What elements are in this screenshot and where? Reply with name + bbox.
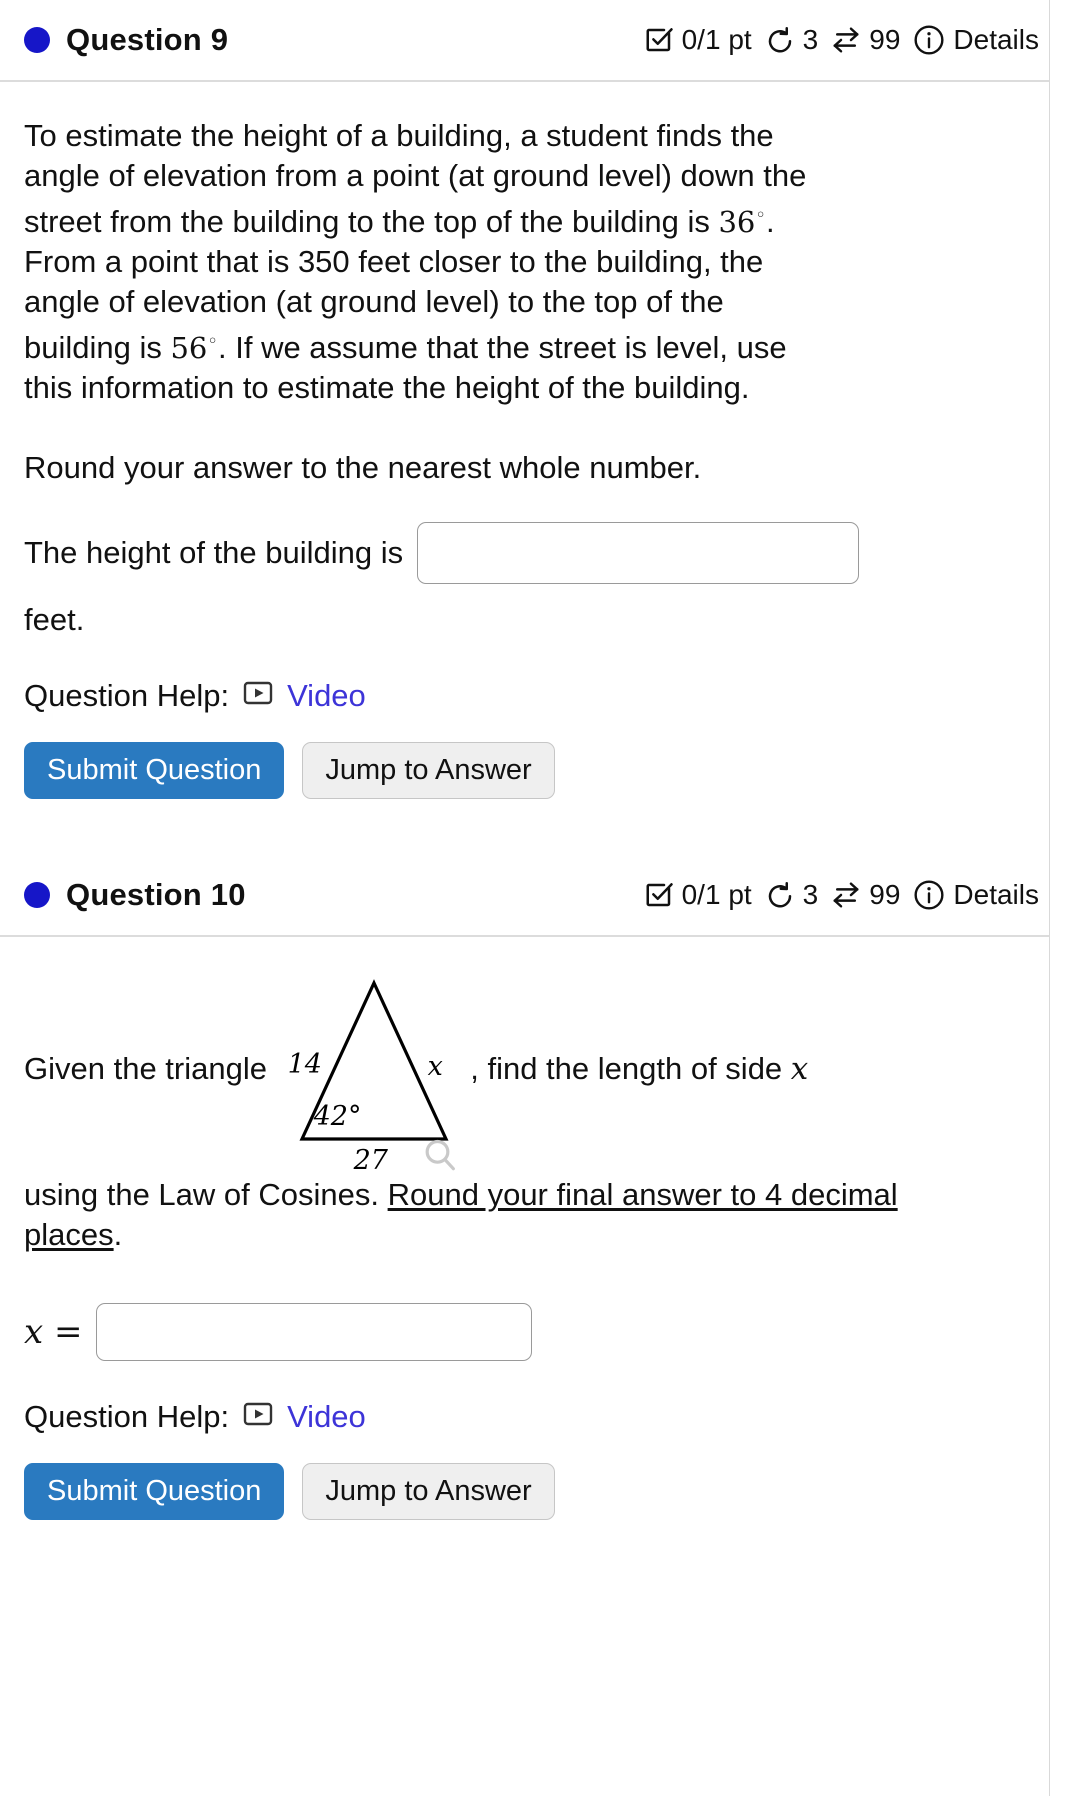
- statement-line-6: building is: [24, 330, 171, 366]
- status-bullet-icon: [24, 27, 50, 53]
- triangle-figure: 14 x 42° 27: [276, 971, 462, 1176]
- answer-prefix-label: The height of the building is: [24, 535, 404, 571]
- question-9-answer-row: The height of the building is: [24, 522, 1025, 585]
- x-equals-label: x =: [24, 1312, 83, 1353]
- points-value: 0/1 pt: [681, 879, 752, 911]
- question-10-button-row: Submit Question Jump to Answer: [24, 1463, 1025, 1530]
- versions-group: 99: [831, 24, 900, 56]
- question-10-body: Given the triangle 14 x 42° 27 , find th…: [0, 937, 1049, 1530]
- question-help-label: Question Help:: [24, 678, 230, 714]
- versions-group: 99: [831, 879, 900, 911]
- video-play-icon[interactable]: [243, 676, 273, 716]
- page-root: Question 9 0/1 pt 3 99 Details To estima…: [0, 0, 1089, 1796]
- rounding-period: .: [113, 1217, 123, 1253]
- video-play-icon[interactable]: [243, 1397, 273, 1437]
- triangle-side-bottom-label: 27: [353, 1145, 388, 1177]
- points-group: 0/1 pt: [644, 24, 752, 56]
- question-10-prompt-line2: using the Law of Cosines. Round your fin…: [24, 1175, 904, 1255]
- statement-line-5: angle of elevation (at ground level) to …: [24, 284, 724, 320]
- info-circle-icon: [913, 24, 945, 56]
- angle-value-1: 36◦: [718, 205, 766, 240]
- law-of-cosines-text: using the Law of Cosines.: [24, 1177, 388, 1213]
- versions-value: 99: [869, 24, 901, 55]
- question-10-title: Question 10: [66, 877, 246, 913]
- attempts-group: 3: [765, 879, 819, 911]
- question-10-answer-row: x =: [24, 1303, 1025, 1362]
- question-9-header: Question 9 0/1 pt 3 99 Details: [0, 0, 1049, 82]
- statement-line-1: To estimate the height of a building, a …: [24, 118, 774, 153]
- prompt-middle-text: , find the length of side: [470, 1051, 783, 1087]
- question-10-title-group: Question 10: [24, 877, 246, 913]
- question-10-help-row: Question Help: Video: [24, 1397, 1025, 1437]
- undo-arrow-icon: [765, 880, 795, 910]
- prompt-before-text: Given the triangle: [24, 1051, 267, 1087]
- versions-value: 99: [869, 879, 901, 911]
- video-help-link[interactable]: Video: [287, 1397, 366, 1437]
- question-9-body: To estimate the height of a building, a …: [0, 82, 1049, 809]
- angle-value-2: 56◦: [170, 331, 218, 366]
- undo-arrow-icon: [765, 25, 795, 55]
- question-9-button-row: Submit Question Jump to Answer: [24, 742, 1025, 809]
- x-answer-input[interactable]: [96, 1303, 533, 1362]
- question-block-10: Question 10 0/1 pt 3 99 Details Given th…: [0, 855, 1049, 1530]
- statement-line-2: angle of elevation from a point (at grou…: [24, 158, 807, 193]
- details-label: Details: [953, 879, 1039, 911]
- answer-suffix-label: feet.: [24, 602, 85, 638]
- question-10-prompt: Given the triangle 14 x 42° 27 , find th…: [24, 971, 1025, 1176]
- question-9-title: Question 9: [66, 22, 229, 57]
- triangle-side-right-label: x: [427, 1051, 443, 1083]
- question-9-title-group: Question 9: [24, 22, 228, 58]
- triangle-side-left-label: 14: [287, 1049, 322, 1081]
- submit-question-button[interactable]: Submit Question: [24, 742, 285, 800]
- question-10-header: Question 10 0/1 pt 3 99 Details: [0, 855, 1049, 938]
- jump-to-answer-button[interactable]: Jump to Answer: [302, 742, 555, 800]
- height-answer-input[interactable]: [417, 522, 860, 585]
- statement-line-6-tail: . If we assume that the street is level,…: [218, 330, 787, 366]
- triangle-angle-label: 42°: [313, 1101, 362, 1133]
- details-link[interactable]: Details: [913, 24, 1039, 56]
- submit-question-button[interactable]: Submit Question: [24, 1463, 285, 1521]
- assignment-document: Question 9 0/1 pt 3 99 Details To estima…: [0, 0, 1050, 1796]
- jump-to-answer-button[interactable]: Jump to Answer: [302, 1463, 555, 1521]
- checkbox-check-icon: [644, 25, 674, 55]
- details-link[interactable]: Details: [913, 879, 1039, 911]
- question-block-9: Question 9 0/1 pt 3 99 Details To estima…: [0, 0, 1049, 809]
- checkbox-check-icon: [644, 880, 674, 910]
- status-bullet-icon: [24, 882, 50, 909]
- statement-line-3: street from the building to the top of t…: [24, 204, 719, 240]
- attempts-group: 3: [765, 24, 819, 56]
- prompt-variable: x: [790, 1051, 809, 1088]
- details-label: Details: [953, 24, 1039, 55]
- question-10-meta: 0/1 pt 3 99 Details: [644, 879, 1039, 911]
- attempts-value: 3: [802, 24, 819, 55]
- statement-line-4: From a point that is 350 feet closer to …: [24, 244, 764, 280]
- video-help-link[interactable]: Video: [287, 676, 366, 716]
- question-9-rounding-note: Round your answer to the nearest whole n…: [24, 450, 702, 486]
- info-circle-icon: [913, 879, 945, 911]
- question-9-help-row: Question Help: Video: [24, 676, 1025, 716]
- swap-arrows-icon: [831, 25, 861, 55]
- question-9-meta: 0/1 pt 3 99 Details: [644, 24, 1039, 56]
- statement-line-7: this information to estimate the height …: [24, 370, 750, 406]
- attempts-value: 3: [802, 879, 819, 911]
- magnifier-icon[interactable]: [420, 1135, 460, 1187]
- points-value: 0/1 pt: [681, 24, 752, 55]
- vertical-scrollbar[interactable]: [1062, 0, 1078, 1796]
- swap-arrows-icon: [831, 880, 861, 910]
- question-help-label: Question Help:: [24, 1399, 230, 1435]
- question-9-statement: To estimate the height of a building, a …: [24, 118, 807, 406]
- points-group: 0/1 pt: [644, 879, 752, 911]
